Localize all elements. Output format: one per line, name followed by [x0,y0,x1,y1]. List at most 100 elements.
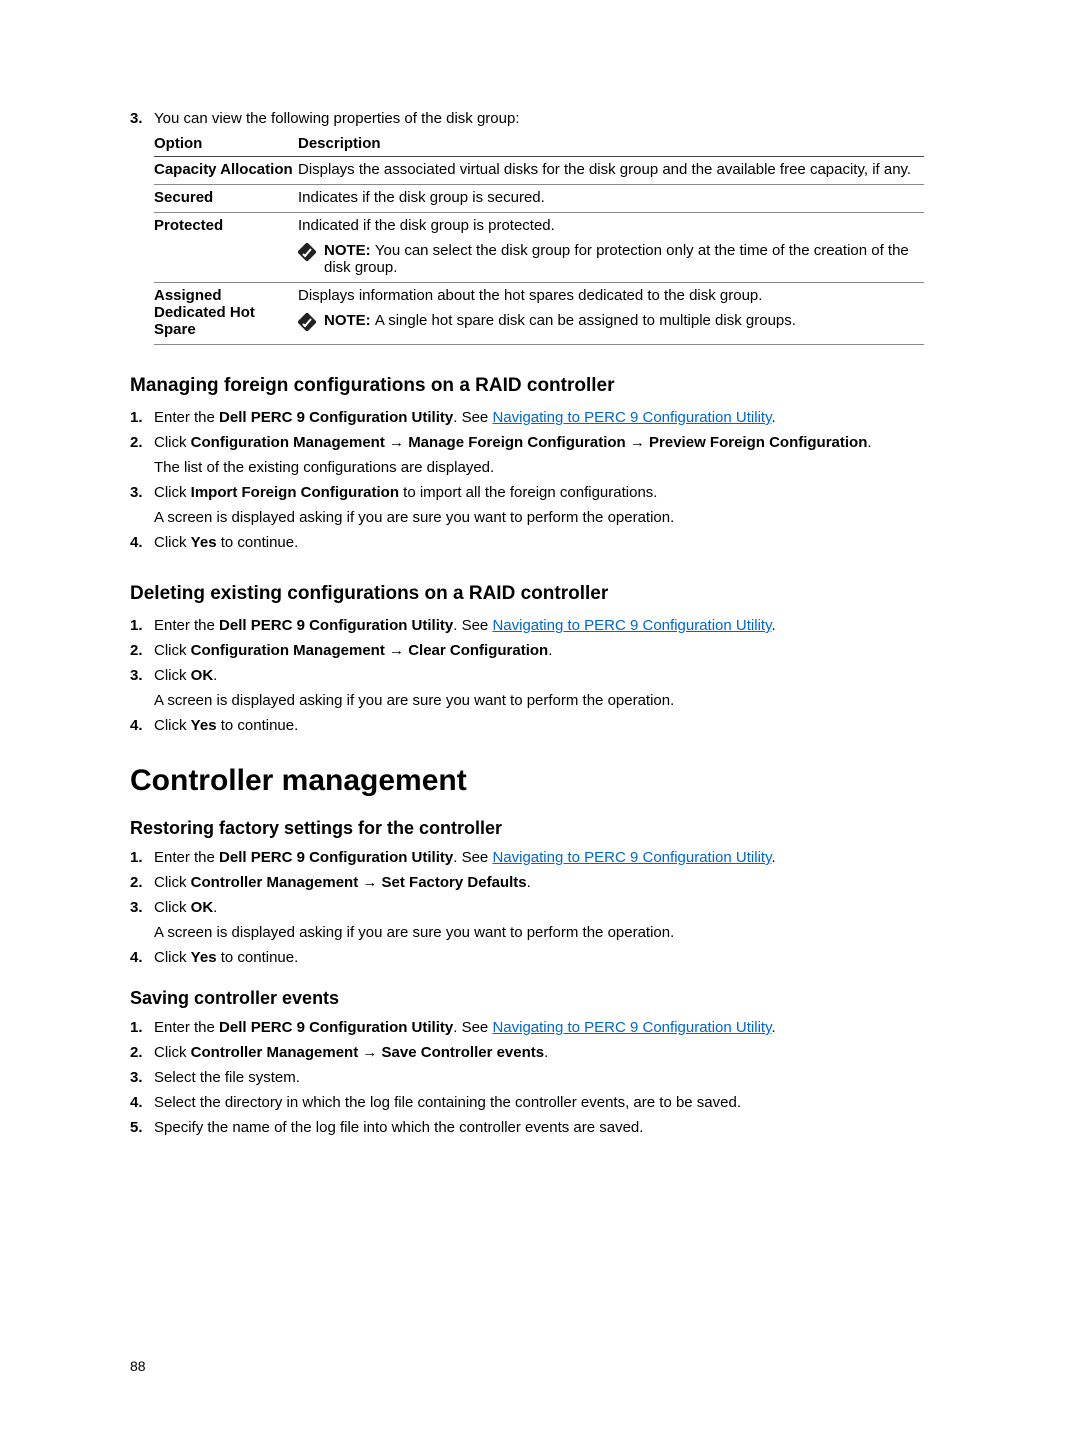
option-dedicated-hot-spare: Assigned Dedicated Hot Spare [154,283,298,345]
list-item: 5.Specify the name of the log file into … [130,1117,950,1138]
t: Controller Management [191,1044,359,1061]
t: . [771,409,775,426]
note-icon [298,313,316,331]
t: Specify the name of the log file into wh… [154,1119,643,1136]
table-row: Assigned Dedicated Hot Spare Displays in… [154,283,924,345]
t: → [358,1044,381,1061]
desc-secured: Indicates if the disk group is secured. [298,185,924,213]
sub-text: The list of the existing configurations … [154,457,950,478]
note-text: NOTE: You can select the disk group for … [324,242,920,276]
list-item: 3.Select the file system. [130,1067,950,1088]
desc-capacity-allocation: Displays the associated virtual disks fo… [298,157,924,185]
table-row: Capacity Allocation Displays the associa… [154,157,924,185]
t: Clear Configuration [408,642,548,659]
link-navigating-perc9[interactable]: Navigating to PERC 9 Configuration Utili… [492,1019,771,1036]
steps-saving: 1.Enter the Dell PERC 9 Configuration Ut… [130,1017,950,1138]
list-item: 4.Click Yes to continue. [130,715,950,736]
link-navigating-perc9[interactable]: Navigating to PERC 9 Configuration Utili… [492,409,771,426]
note-prefix: NOTE: [324,312,375,329]
t: . See [453,617,492,634]
page-number: 88 [130,1358,146,1374]
list-item: 4.Click Yes to continue. [130,947,950,968]
t: → [626,434,649,451]
link-navigating-perc9[interactable]: Navigating to PERC 9 Configuration Utili… [492,849,771,866]
t: . See [453,1019,492,1036]
t: to continue. [217,534,299,551]
option-secured: Secured [154,185,298,213]
t: to continue. [217,717,299,734]
t: Click [154,434,191,451]
t: Select the file system. [154,1069,300,1086]
heading-saving-events: Saving controller events [130,988,950,1009]
table-row: Secured Indicates if the disk group is s… [154,185,924,213]
t: . [771,849,775,866]
step-number: 1. [130,615,143,636]
t: → [385,642,408,659]
t: Manage Foreign Configuration [408,434,626,451]
list-item: 1. Enter the Dell PERC 9 Configuration Ut… [130,847,950,868]
steps-restoring: 1. Enter the Dell PERC 9 Configuration Ut… [130,847,950,968]
t: Yes [191,534,217,551]
heading-managing-foreign: Managing foreign configurations on a RAI… [130,375,950,397]
t: Controller Management [191,874,359,891]
t: . [213,667,217,684]
note-prefix: NOTE: [324,242,375,259]
step-text: You can view the following properties of… [154,110,520,127]
step-number: 2. [130,640,143,661]
option-protected: Protected [154,213,298,283]
step-number: 2. [130,872,143,893]
list-item: 3.Click Import Foreign Configuration to … [130,482,950,528]
t: Configuration Management [191,434,385,451]
step-number: 2. [130,1042,143,1063]
t: Import Foreign Configuration [191,484,399,501]
heading-restoring-factory: Restoring factory settings for the contr… [130,818,950,839]
t: Select the directory in which the log fi… [154,1094,741,1111]
t: Click [154,874,191,891]
protected-desc-text: Indicated if the disk group is protected… [298,217,555,234]
note-body: A single hot spare disk can be assigned … [375,312,796,329]
col-description: Description [298,132,924,157]
steps-deleting: 1.Enter the Dell PERC 9 Configuration Ut… [130,615,950,736]
t: Click [154,667,191,684]
heading-controller-management: Controller management [130,764,950,798]
t: OK [191,899,214,916]
t: . [548,642,552,659]
t: to continue. [217,949,299,966]
steps-managing: 1.Enter the Dell PERC 9 Configuration Ut… [130,407,950,553]
t: Click [154,534,191,551]
step-number: 4. [130,532,143,553]
t: Enter the [154,409,219,426]
step-number: 2. [130,432,143,453]
col-option: Option [154,132,298,157]
t: Yes [191,717,217,734]
list-item: 2.Click Configuration Management → Clear… [130,640,950,661]
t: → [358,874,381,891]
t: Set Factory Defaults [382,874,527,891]
t: → [385,434,408,451]
link-navigating-perc9[interactable]: Navigating to PERC 9 Configuration Utili… [492,617,771,634]
step-number: 1. [130,847,143,868]
hot-spare-desc-text: Displays information about the hot spare… [298,287,762,304]
step-number: 4. [130,1092,143,1113]
list-item: 3.Click OK. A screen is displayed asking… [130,665,950,711]
note-text: NOTE: A single hot spare disk can be ass… [324,312,796,329]
t: Click [154,949,191,966]
step-number: 4. [130,715,143,736]
step-number: 3. [130,665,143,686]
t: Dell PERC 9 Configuration Utility [219,849,453,866]
t: Enter the [154,849,219,866]
t: . [771,1019,775,1036]
t: Click [154,1044,191,1061]
t: Save Controller events [382,1044,545,1061]
t: Enter the [154,1019,219,1036]
step-number: 3. [130,897,143,918]
list-item: 2. Click Configuration Management → Manag… [130,432,950,478]
desc-protected: Indicated if the disk group is protected… [298,213,924,283]
t: . See [453,849,492,866]
note-icon [298,243,316,261]
t: OK [191,667,214,684]
list-item: 2. Click Controller Management → Set Fact… [130,872,950,893]
t: . [867,434,871,451]
list-item: 1.Enter the Dell PERC 9 Configuration Ut… [130,1017,950,1038]
t: to import all the foreign configurations… [399,484,657,501]
